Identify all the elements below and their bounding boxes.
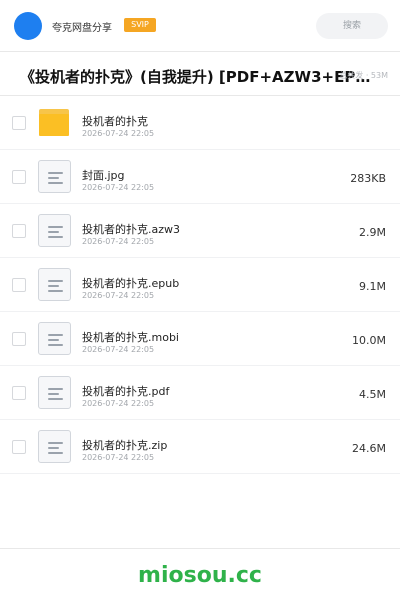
footer-brand[interactable]: miosou.cc	[0, 563, 400, 588]
row-checkbox[interactable]	[12, 332, 26, 346]
list-item[interactable]: 投机者的扑克.zip 2026-07-24 22:05 24.6M	[0, 420, 400, 474]
file-date: 2026-07-24 22:05	[82, 129, 155, 138]
row-checkbox[interactable]	[12, 224, 26, 238]
file-date: 2026-07-24 22:05	[82, 183, 155, 192]
file-list: 投机者的扑克 2026-07-24 22:05 封面.jpg 2026-07-2…	[0, 96, 400, 474]
file-size: 10.0M	[352, 334, 386, 347]
file-date: 2026-07-24 22:05	[82, 237, 155, 246]
avatar[interactable]	[14, 12, 42, 40]
file-size: 2.9M	[359, 226, 386, 239]
list-item[interactable]: 投机者的扑克 2026-07-24 22:05	[0, 96, 400, 150]
title-bar: 《投机者的扑克》(自我提升) [PDF+AZW3+EPUB+M… 总共发 · 5…	[0, 52, 400, 96]
row-checkbox[interactable]	[12, 278, 26, 292]
list-item[interactable]: 投机者的扑克.mobi 2026-07-24 22:05 10.0M	[0, 312, 400, 366]
folder-icon	[39, 109, 69, 136]
document-icon	[38, 322, 71, 355]
document-icon	[38, 376, 71, 409]
document-icon	[38, 160, 71, 193]
file-name: 投机者的扑克	[82, 115, 148, 128]
list-item[interactable]: 投机者的扑克.epub 2026-07-24 22:05 9.1M	[0, 258, 400, 312]
row-checkbox[interactable]	[12, 440, 26, 454]
document-icon	[38, 430, 71, 463]
header: 夸克网盘分享 SVIP 搜索	[0, 0, 400, 52]
row-checkbox[interactable]	[12, 116, 26, 130]
row-checkbox[interactable]	[12, 386, 26, 400]
footer: miosou.cc	[0, 548, 400, 600]
list-item[interactable]: 投机者的扑克.pdf 2026-07-24 22:05 4.5M	[0, 366, 400, 420]
file-size: 4.5M	[359, 388, 386, 401]
file-date: 2026-07-24 22:05	[82, 399, 155, 408]
file-date: 2026-07-24 22:05	[82, 345, 155, 354]
file-name: 投机者的扑克.zip	[82, 439, 168, 452]
page-title: 《投机者的扑克》(自我提升) [PDF+AZW3+EPUB+M…	[20, 68, 382, 86]
document-icon	[38, 214, 71, 247]
row-checkbox[interactable]	[12, 170, 26, 184]
list-item[interactable]: 投机者的扑克.azw3 2026-07-24 22:05 2.9M	[0, 204, 400, 258]
search-input[interactable]: 搜索	[316, 13, 388, 39]
document-icon	[38, 268, 71, 301]
file-date: 2026-07-24 22:05	[82, 453, 155, 462]
list-item[interactable]: 封面.jpg 2026-07-24 22:05 283KB	[0, 150, 400, 204]
file-size: 24.6M	[352, 442, 386, 455]
file-date: 2026-07-24 22:05	[82, 291, 155, 300]
file-size: 283KB	[350, 172, 386, 185]
file-name: 投机者的扑克.azw3	[82, 223, 181, 236]
svip-badge: SVIP	[124, 18, 156, 32]
file-name: 封面.jpg	[82, 169, 125, 182]
file-name: 投机者的扑克.epub	[82, 277, 180, 290]
file-size: 9.1M	[359, 280, 386, 293]
file-name: 投机者的扑克.pdf	[82, 385, 170, 398]
file-name: 投机者的扑克.mobi	[82, 331, 179, 344]
title-overlay-text: 总共发 · 53M	[339, 71, 388, 80]
brand-name: 夸克网盘分享	[52, 23, 112, 34]
